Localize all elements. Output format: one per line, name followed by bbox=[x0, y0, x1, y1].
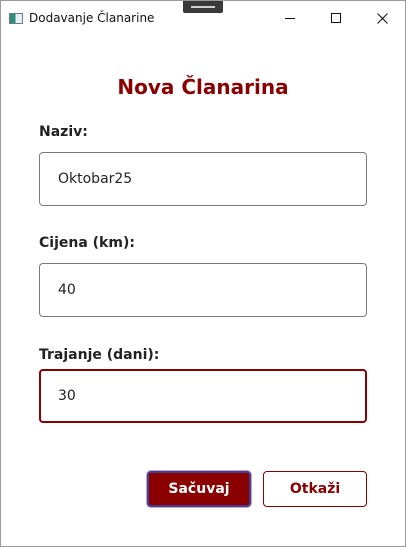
name-label: Naziv: bbox=[39, 124, 88, 140]
minimize-button[interactable] bbox=[267, 1, 313, 35]
form-content: Nova Članarina Naziv: Cijena (km): Traja… bbox=[1, 35, 405, 546]
page-title: Nova Članarina bbox=[117, 75, 289, 99]
window-title: Dodavanje Članarine bbox=[29, 11, 155, 25]
price-input[interactable] bbox=[39, 263, 367, 317]
window-controls bbox=[267, 1, 405, 35]
snap-drag-handle[interactable] bbox=[183, 1, 223, 13]
dialog-window: Dodavanje Članarine Nova Članarina Naziv… bbox=[0, 0, 406, 547]
name-input[interactable] bbox=[39, 152, 367, 206]
duration-input[interactable] bbox=[39, 369, 367, 423]
duration-label: Trajanje (dani): bbox=[39, 347, 160, 363]
minimize-icon bbox=[285, 18, 295, 19]
close-button[interactable] bbox=[359, 1, 405, 35]
save-button[interactable]: Sačuvaj bbox=[147, 471, 251, 507]
maximize-button[interactable] bbox=[313, 1, 359, 35]
maximize-icon bbox=[331, 13, 341, 23]
close-icon bbox=[376, 12, 388, 24]
cancel-button[interactable]: Otkaži bbox=[263, 471, 367, 507]
price-label: Cijena (km): bbox=[39, 235, 135, 251]
app-window-icon bbox=[9, 12, 23, 24]
